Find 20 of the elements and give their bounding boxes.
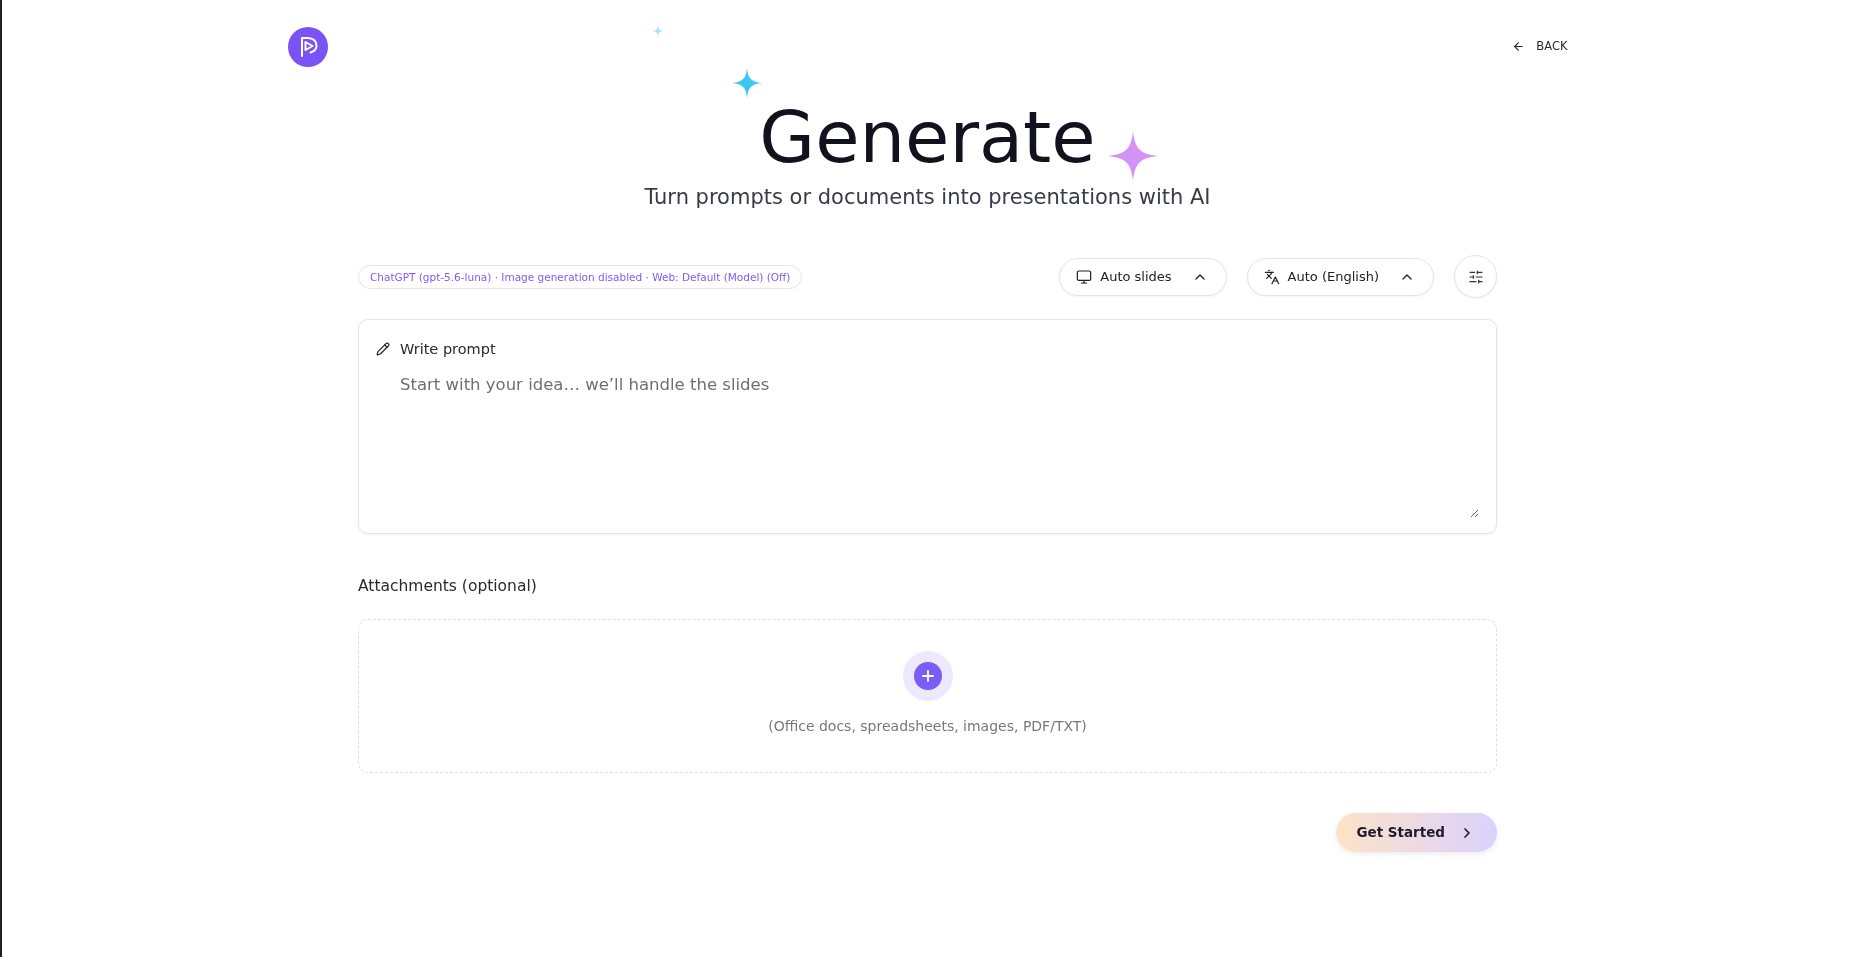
- language-dropdown[interactable]: Auto (English): [1246, 257, 1434, 296]
- attachments-label: Attachments (optional): [358, 577, 537, 595]
- pencil-icon: [376, 342, 390, 356]
- page-subtitle: Turn prompts or documents into presentations with AI: [644, 184, 1211, 211]
- get-started-button[interactable]: Get Started: [1336, 813, 1497, 852]
- file-types-hint: (Office docs, spreadsheets, images, PDF/TXT): [768, 717, 1087, 736]
- logo-icon[interactable]: [287, 27, 328, 67]
- prompt-input[interactable]: Start with your idea… we’ll handle the slides: [400, 374, 1479, 518]
- prompt-field[interactable]: Write prompt Start with your idea… we’ll handle the slides: [358, 319, 1497, 534]
- settings-button[interactable]: [1454, 255, 1497, 298]
- back-link[interactable]: BACK: [1512, 38, 1568, 54]
- prompt-label: Write prompt: [400, 340, 496, 358]
- slides-dropdown[interactable]: Auto slides: [1059, 257, 1227, 296]
- arrow-left-icon: [1512, 39, 1526, 53]
- page-title: Generate: [759, 101, 1096, 173]
- plus-icon: [902, 651, 953, 701]
- monitor-icon: [1076, 268, 1093, 285]
- upload-dropzone[interactable]: (Office docs, spreadsheets, images, PDF/TXT): [358, 619, 1497, 773]
- translate-icon: [1263, 268, 1280, 285]
- settings-icon: [1467, 268, 1484, 285]
